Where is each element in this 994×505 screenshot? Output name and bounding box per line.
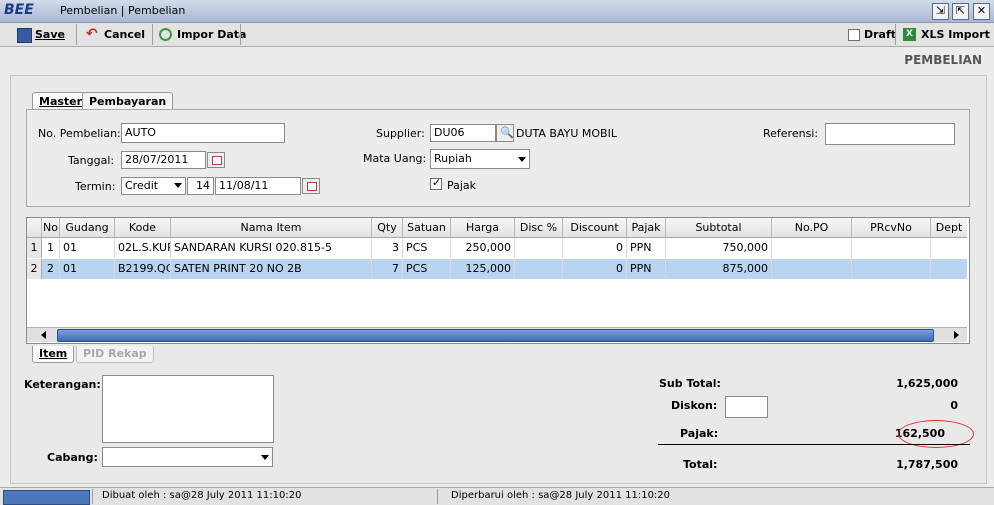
column-header[interactable]: Discount xyxy=(563,218,627,238)
column-header[interactable]: Satuan xyxy=(403,218,451,238)
import-data-button[interactable]: Impor Data xyxy=(157,25,246,44)
chevron-down-icon xyxy=(518,157,526,162)
total-value: 1,787,500 xyxy=(896,458,958,471)
tab-item[interactable]: Item xyxy=(32,346,75,363)
pajak-total-label: Pajak: xyxy=(680,427,719,440)
supplier-code-field[interactable]: DU06 xyxy=(430,124,496,142)
toolbar: Save ↶ Cancel Impor Data Draft X XLS Imp… xyxy=(0,23,994,47)
status-separator xyxy=(437,489,438,504)
supplier-label: Supplier: xyxy=(376,127,425,140)
status-bar: Dibuat oleh : sa@28 July 2011 11:10:20 D… xyxy=(0,487,994,505)
draft-checkbox[interactable]: Draft xyxy=(846,25,896,44)
floppy-icon xyxy=(17,28,32,43)
tab-pembayaran[interactable]: Pembayaran xyxy=(82,92,174,110)
calendar-icon[interactable] xyxy=(207,152,225,168)
column-header[interactable]: Disc % xyxy=(515,218,563,238)
diskon-label: Diskon: xyxy=(671,399,718,412)
xls-import-button[interactable]: X XLS Import xyxy=(901,25,990,44)
created-by-text: Dibuat oleh : sa@28 July 2011 11:10:20 xyxy=(102,490,302,501)
scroll-right-icon[interactable] xyxy=(954,331,959,339)
maximize-icon[interactable]: ⇱ xyxy=(952,3,969,20)
refresh-icon xyxy=(159,28,172,41)
updated-by-text: Diperbarui oleh : sa@28 July 2011 11:10:… xyxy=(451,490,671,501)
status-indicator xyxy=(3,490,90,505)
cancel-button[interactable]: ↶ Cancel xyxy=(84,25,145,44)
column-header[interactable]: No xyxy=(42,218,60,238)
calendar-icon[interactable] xyxy=(302,178,320,194)
column-header[interactable]: Dept xyxy=(931,218,967,238)
sub-total-label: Sub Total: xyxy=(659,377,721,390)
cabang-select[interactable] xyxy=(102,447,273,467)
title-bar: BEE Pembelian | Pembelian ⇲ ⇱ ✕ xyxy=(0,0,994,23)
tab-master[interactable]: Master xyxy=(32,92,90,110)
scrollbar-thumb[interactable] xyxy=(57,329,934,342)
table-row[interactable]: 1 1 01 02L.S.KURS SANDARAN KURSI 020.815… xyxy=(27,238,967,258)
tab-pid-rekap[interactable]: PID Rekap xyxy=(76,346,154,363)
column-header[interactable]: Pajak xyxy=(627,218,666,238)
items-grid: No Gudang Kode Item Nama Item Qty Satuan… xyxy=(26,217,970,344)
checkmark-icon: ✓ xyxy=(432,176,442,189)
diskon-value: 0 xyxy=(950,399,958,412)
tanggal-field[interactable]: 28/07/2011 xyxy=(121,151,206,169)
supplier-name: DUTA BAYU MOBIL xyxy=(516,127,617,140)
table-row-selected[interactable]: 2 2 01 B2199.QC.SF SATEN PRINT 20 NO 2B … xyxy=(27,259,967,279)
toolbar-separator xyxy=(76,24,77,45)
termin-select[interactable]: Credit xyxy=(121,177,186,195)
window-title: Pembelian | Pembelian xyxy=(60,4,186,17)
referensi-label: Referensi: xyxy=(763,127,819,140)
status-separator xyxy=(92,489,93,504)
cabang-label: Cabang: xyxy=(47,451,98,464)
horizontal-scrollbar[interactable] xyxy=(27,327,967,342)
checkbox-icon xyxy=(848,29,860,41)
excel-icon: X xyxy=(903,28,916,41)
scroll-left-icon[interactable] xyxy=(41,331,46,339)
page-title: PEMBELIAN xyxy=(904,53,982,67)
termin-days-field[interactable]: 14 xyxy=(187,177,214,195)
column-header[interactable]: Harga xyxy=(451,218,515,238)
chevron-down-icon xyxy=(261,455,269,460)
undo-icon: ↶ xyxy=(86,26,98,42)
column-header[interactable]: Gudang xyxy=(60,218,115,238)
restore-icon[interactable]: ⇲ xyxy=(932,3,949,20)
toolbar-separator xyxy=(240,24,241,45)
mata-uang-label: Mata Uang: xyxy=(363,152,427,165)
termin-label: Termin: xyxy=(75,180,116,193)
app-logo: BEE xyxy=(4,2,34,18)
mata-uang-select[interactable]: Rupiah xyxy=(430,149,530,169)
column-header[interactable]: No.PO xyxy=(772,218,852,238)
tanggal-label: Tanggal: xyxy=(68,154,115,167)
column-header[interactable]: Kode Item xyxy=(115,218,171,253)
chevron-down-icon xyxy=(174,183,182,188)
toolbar-separator xyxy=(152,24,153,45)
no-pembelian-field[interactable]: AUTO xyxy=(121,123,285,143)
grid-corner xyxy=(27,218,42,238)
keterangan-label: Keterangan: xyxy=(24,378,101,391)
toolbar-separator xyxy=(895,24,896,45)
keterangan-textarea[interactable] xyxy=(102,375,274,443)
referensi-field[interactable] xyxy=(825,123,955,145)
column-header[interactable]: Qty xyxy=(372,218,403,238)
close-icon[interactable]: ✕ xyxy=(973,3,990,20)
pajak-label: Pajak xyxy=(447,179,477,192)
total-divider xyxy=(658,444,970,445)
sub-total-value: 1,625,000 xyxy=(896,377,958,390)
diskon-field[interactable] xyxy=(725,396,768,418)
total-label: Total: xyxy=(683,458,718,471)
column-header[interactable]: Nama Item xyxy=(171,218,372,238)
save-button[interactable]: Save xyxy=(15,25,65,44)
no-pembelian-label: No. Pembelian: xyxy=(38,127,121,140)
pajak-checkbox[interactable]: ✓ xyxy=(430,176,442,190)
column-header[interactable]: PRcvNo xyxy=(852,218,931,238)
column-header[interactable]: Subtotal xyxy=(666,218,772,238)
search-icon[interactable]: 🔍 xyxy=(496,124,514,142)
termin-date-field[interactable]: 11/08/11 xyxy=(215,177,301,195)
